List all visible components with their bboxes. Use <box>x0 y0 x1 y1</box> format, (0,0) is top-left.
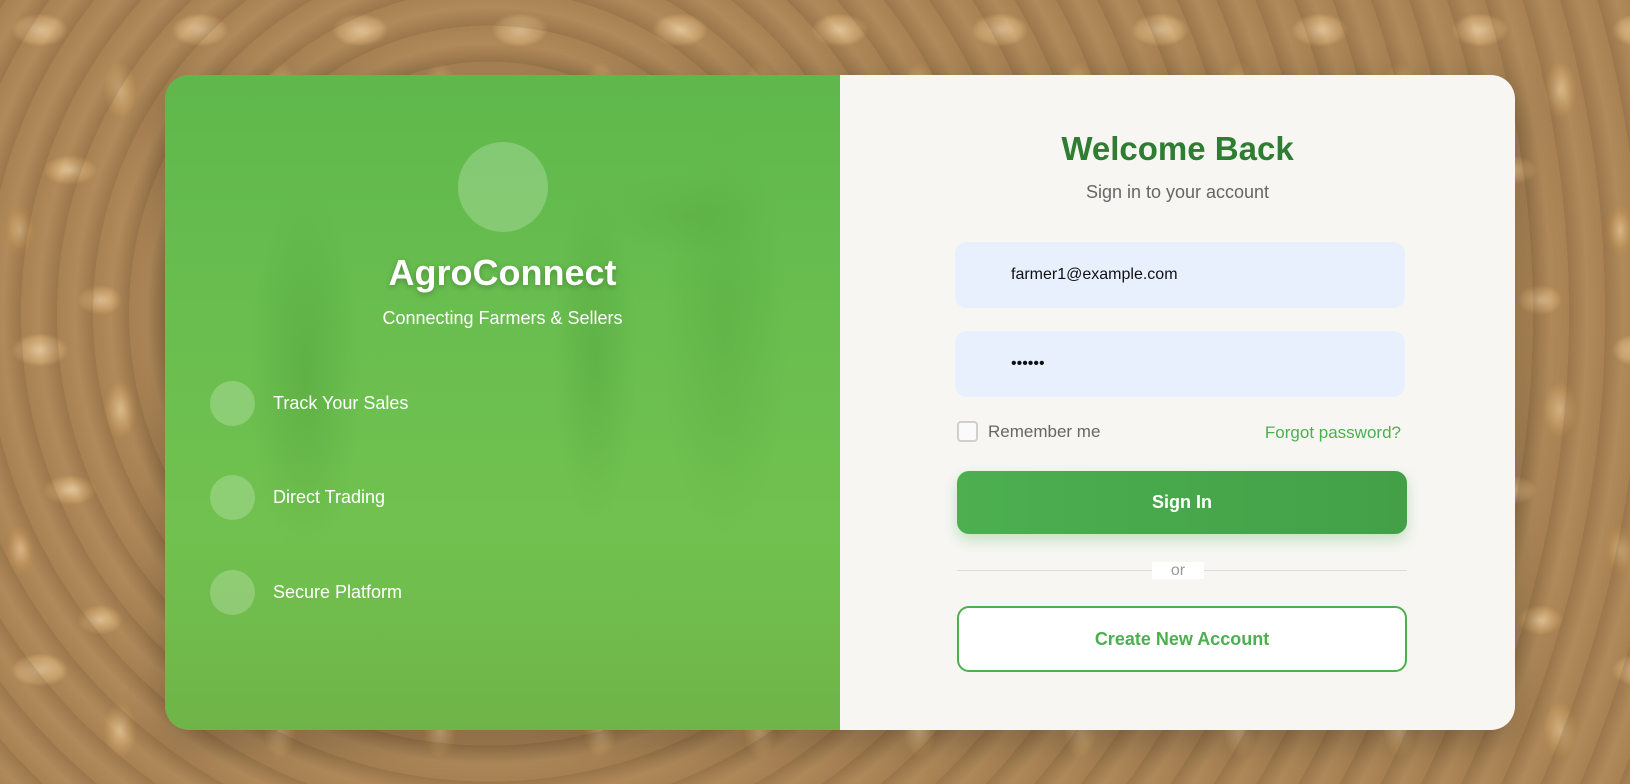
brand-name: AgroConnect <box>388 252 617 293</box>
page-title: Welcome Back <box>1061 130 1294 167</box>
create-account-button[interactable]: Create New Account <box>957 606 1407 672</box>
password-value: •••••• <box>1011 355 1045 372</box>
chart-icon <box>210 380 255 426</box>
login-form-panel: Welcome Back Sign in to your account far… <box>840 75 1515 730</box>
email-field[interactable]: farmer1@example.com <box>955 242 1405 308</box>
branding-panel: AgroConnect Connecting Farmers & Sellers… <box>165 75 840 730</box>
brand-tagline: Connecting Farmers & Sellers <box>382 308 623 328</box>
password-field[interactable]: •••••• <box>955 331 1405 397</box>
feature-item: Secure Platform <box>210 569 402 615</box>
remember-me-checkbox[interactable] <box>957 421 978 442</box>
forgot-password-link[interactable]: Forgot password? <box>1265 423 1401 443</box>
remember-me-label[interactable]: Remember me <box>988 422 1100 442</box>
sign-in-button[interactable]: Sign In <box>957 471 1407 534</box>
page-subtitle: Sign in to your account <box>1085 182 1270 202</box>
handshake-icon <box>210 474 255 520</box>
email-value: farmer1@example.com <box>1011 266 1178 283</box>
feature-item: Direct Trading <box>210 474 385 520</box>
logo-icon <box>458 142 548 232</box>
feature-label: Track Your Sales <box>273 392 409 413</box>
feature-item: Track Your Sales <box>210 380 408 426</box>
divider-label: or <box>1152 562 1204 579</box>
login-card: AgroConnect Connecting Farmers & Sellers… <box>165 75 1515 730</box>
shield-icon <box>210 569 255 615</box>
remember-me-row: Remember me <box>957 421 1100 442</box>
feature-label: Direct Trading <box>273 486 386 507</box>
feature-label: Secure Platform <box>273 581 403 602</box>
